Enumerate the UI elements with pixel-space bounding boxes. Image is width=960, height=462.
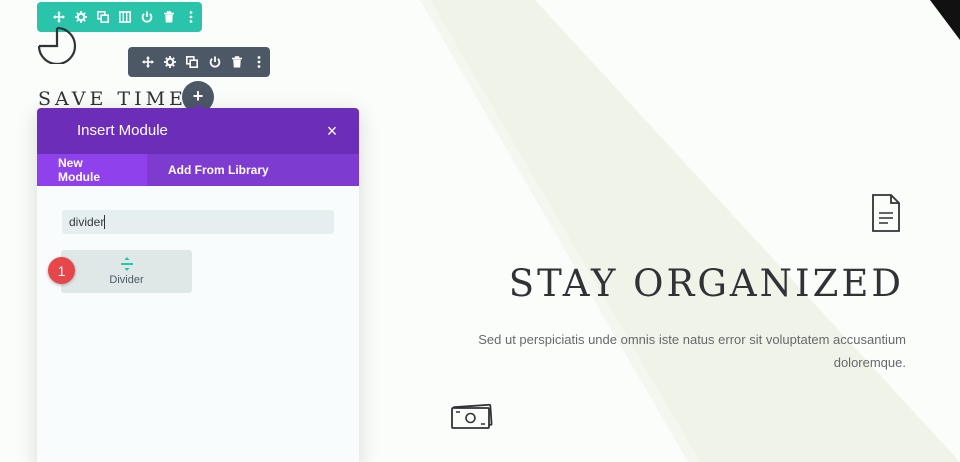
duplicate-icon[interactable] — [181, 47, 203, 77]
row-toolbar — [128, 47, 270, 77]
move-icon[interactable] — [137, 47, 159, 77]
power-icon[interactable] — [204, 47, 226, 77]
modal-tabs: New Module Add From Library — [37, 154, 359, 186]
power-icon[interactable] — [136, 2, 158, 32]
modal-pointer — [187, 104, 209, 114]
feature-description: Sed ut perspiciatis unde omnis iste natu… — [478, 332, 906, 370]
pie-chart-icon — [37, 26, 77, 64]
module-search-input[interactable] — [62, 210, 334, 234]
trash-icon[interactable] — [226, 47, 248, 77]
more-icon[interactable] — [248, 47, 270, 77]
duplicate-icon[interactable] — [92, 2, 114, 32]
modal-title: Insert Module — [77, 122, 168, 139]
corner-shape — [930, 0, 960, 40]
feature-heading: STAY ORGANIZED — [508, 262, 904, 305]
divider-module-label: Divider — [109, 274, 144, 286]
tab-add-from-library[interactable]: Add From Library — [147, 154, 289, 186]
section-heading: SAVE TIME — [38, 88, 187, 110]
document-icon — [872, 194, 900, 232]
divider-module-option[interactable]: Divider — [61, 250, 192, 293]
settings-icon[interactable] — [159, 47, 181, 77]
insert-module-modal: Insert Module × New Module Add From Libr… — [37, 108, 359, 462]
columns-icon[interactable] — [114, 2, 136, 32]
divider-icon — [121, 257, 133, 271]
close-button[interactable]: × — [323, 121, 341, 141]
text-cursor — [104, 215, 105, 229]
trash-icon[interactable] — [158, 2, 180, 32]
plus-icon: + — [192, 86, 204, 106]
step-badge: 1 — [48, 257, 75, 284]
tab-new-module[interactable]: New Module — [37, 154, 147, 186]
more-icon[interactable] — [180, 2, 202, 32]
money-icon — [451, 403, 493, 429]
modal-header: Insert Module × — [37, 108, 359, 154]
